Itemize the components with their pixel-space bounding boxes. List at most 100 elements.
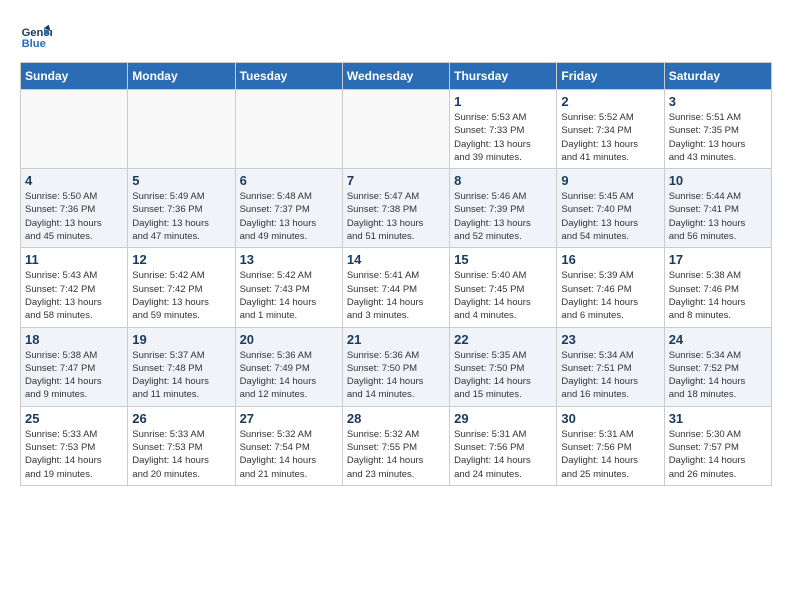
- calendar-cell: 26 Sunrise: 5:33 AM Sunset: 7:53 PM Dayli…: [128, 406, 235, 485]
- col-header-thursday: Thursday: [450, 63, 557, 90]
- page-header: General Blue: [20, 20, 772, 52]
- calendar-cell: 27 Sunrise: 5:32 AM Sunset: 7:54 PM Dayli…: [235, 406, 342, 485]
- week-row-3: 11Sunrise: 5:43 AM Sunset: 7:42 PM Dayli…: [21, 248, 772, 327]
- calendar-cell: 30 Sunrise: 5:31 AM Sunset: 7:56 PM Dayli…: [557, 406, 664, 485]
- calendar-body: 1 Sunrise: 5:53 AM Sunset: 7:33 PM Daylig…: [21, 90, 772, 486]
- day-info: Sunrise: 5:32 AM Sunset: 7:54 PM Dayligh…: [240, 428, 338, 481]
- week-row-4: 18 Sunrise: 5:38 AM Sunset: 7:47 PM Dayli…: [21, 327, 772, 406]
- svg-text:Blue: Blue: [22, 38, 46, 50]
- day-number: 5: [132, 173, 230, 188]
- day-info: Sunrise: 5:53 AM Sunset: 7:33 PM Dayligh…: [454, 111, 552, 164]
- day-number: 20: [240, 332, 338, 347]
- calendar-cell: 19 Sunrise: 5:37 AM Sunset: 7:48 PM Dayli…: [128, 327, 235, 406]
- day-number: 4: [25, 173, 123, 188]
- day-number: 15: [454, 252, 552, 267]
- header-row: SundayMondayTuesdayWednesdayThursdayFrid…: [21, 63, 772, 90]
- calendar-cell: 22Sunrise: 5:35 AM Sunset: 7:50 PM Dayli…: [450, 327, 557, 406]
- day-info: Sunrise: 5:33 AM Sunset: 7:53 PM Dayligh…: [132, 428, 230, 481]
- day-number: 1: [454, 94, 552, 109]
- day-number: 30: [561, 411, 659, 426]
- day-info: Sunrise: 5:51 AM Sunset: 7:35 PM Dayligh…: [669, 111, 767, 164]
- day-number: 9: [561, 173, 659, 188]
- day-info: Sunrise: 5:39 AM Sunset: 7:46 PM Dayligh…: [561, 269, 659, 322]
- calendar-cell: 18 Sunrise: 5:38 AM Sunset: 7:47 PM Dayli…: [21, 327, 128, 406]
- day-info: Sunrise: 5:47 AM Sunset: 7:38 PM Dayligh…: [347, 190, 445, 243]
- day-info: Sunrise: 5:42 AM Sunset: 7:43 PM Dayligh…: [240, 269, 338, 322]
- day-info: Sunrise: 5:45 AM Sunset: 7:40 PM Dayligh…: [561, 190, 659, 243]
- day-info: Sunrise: 5:38 AM Sunset: 7:47 PM Dayligh…: [25, 349, 123, 402]
- day-info: Sunrise: 5:32 AM Sunset: 7:55 PM Dayligh…: [347, 428, 445, 481]
- calendar-cell: 29 Sunrise: 5:31 AM Sunset: 7:56 PM Dayli…: [450, 406, 557, 485]
- day-number: 29: [454, 411, 552, 426]
- calendar-cell: 16 Sunrise: 5:39 AM Sunset: 7:46 PM Dayli…: [557, 248, 664, 327]
- week-row-1: 1 Sunrise: 5:53 AM Sunset: 7:33 PM Daylig…: [21, 90, 772, 169]
- day-number: 6: [240, 173, 338, 188]
- day-info: Sunrise: 5:31 AM Sunset: 7:56 PM Dayligh…: [561, 428, 659, 481]
- day-info: Sunrise: 5:34 AM Sunset: 7:51 PM Dayligh…: [561, 349, 659, 402]
- day-number: 28: [347, 411, 445, 426]
- calendar-cell: 25 Sunrise: 5:33 AM Sunset: 7:53 PM Dayli…: [21, 406, 128, 485]
- day-number: 8: [454, 173, 552, 188]
- day-info: Sunrise: 5:44 AM Sunset: 7:41 PM Dayligh…: [669, 190, 767, 243]
- calendar-cell: 2 Sunrise: 5:52 AM Sunset: 7:34 PM Daylig…: [557, 90, 664, 169]
- day-number: 18: [25, 332, 123, 347]
- calendar-cell: 28 Sunrise: 5:32 AM Sunset: 7:55 PM Dayli…: [342, 406, 449, 485]
- day-info: Sunrise: 5:52 AM Sunset: 7:34 PM Dayligh…: [561, 111, 659, 164]
- calendar-cell: 4 Sunrise: 5:50 AM Sunset: 7:36 PM Daylig…: [21, 169, 128, 248]
- week-row-5: 25 Sunrise: 5:33 AM Sunset: 7:53 PM Dayli…: [21, 406, 772, 485]
- week-row-2: 4 Sunrise: 5:50 AM Sunset: 7:36 PM Daylig…: [21, 169, 772, 248]
- day-info: Sunrise: 5:36 AM Sunset: 7:49 PM Dayligh…: [240, 349, 338, 402]
- day-info: Sunrise: 5:36 AM Sunset: 7:50 PM Dayligh…: [347, 349, 445, 402]
- day-info: Sunrise: 5:31 AM Sunset: 7:56 PM Dayligh…: [454, 428, 552, 481]
- day-number: 19: [132, 332, 230, 347]
- calendar-cell: 31Sunrise: 5:30 AM Sunset: 7:57 PM Dayli…: [664, 406, 771, 485]
- day-number: 12: [132, 252, 230, 267]
- day-info: Sunrise: 5:48 AM Sunset: 7:37 PM Dayligh…: [240, 190, 338, 243]
- calendar-cell: 5 Sunrise: 5:49 AM Sunset: 7:36 PM Daylig…: [128, 169, 235, 248]
- day-number: 13: [240, 252, 338, 267]
- day-number: 17: [669, 252, 767, 267]
- day-number: 22: [454, 332, 552, 347]
- logo: General Blue: [20, 20, 56, 52]
- day-info: Sunrise: 5:50 AM Sunset: 7:36 PM Dayligh…: [25, 190, 123, 243]
- col-header-monday: Monday: [128, 63, 235, 90]
- calendar-cell: 11Sunrise: 5:43 AM Sunset: 7:42 PM Dayli…: [21, 248, 128, 327]
- calendar-cell: 6 Sunrise: 5:48 AM Sunset: 7:37 PM Daylig…: [235, 169, 342, 248]
- day-number: 10: [669, 173, 767, 188]
- calendar-cell: 9 Sunrise: 5:45 AM Sunset: 7:40 PM Daylig…: [557, 169, 664, 248]
- calendar-cell: [21, 90, 128, 169]
- calendar-cell: 15Sunrise: 5:40 AM Sunset: 7:45 PM Dayli…: [450, 248, 557, 327]
- calendar-cell: 14 Sunrise: 5:41 AM Sunset: 7:44 PM Dayli…: [342, 248, 449, 327]
- day-number: 25: [25, 411, 123, 426]
- day-number: 24: [669, 332, 767, 347]
- calendar-cell: [235, 90, 342, 169]
- calendar-header: SundayMondayTuesdayWednesdayThursdayFrid…: [21, 63, 772, 90]
- day-info: Sunrise: 5:33 AM Sunset: 7:53 PM Dayligh…: [25, 428, 123, 481]
- calendar-cell: 17Sunrise: 5:38 AM Sunset: 7:46 PM Dayli…: [664, 248, 771, 327]
- day-number: 26: [132, 411, 230, 426]
- calendar-cell: [128, 90, 235, 169]
- day-number: 14: [347, 252, 445, 267]
- day-info: Sunrise: 5:42 AM Sunset: 7:42 PM Dayligh…: [132, 269, 230, 322]
- calendar-cell: [342, 90, 449, 169]
- col-header-sunday: Sunday: [21, 63, 128, 90]
- calendar-cell: 13 Sunrise: 5:42 AM Sunset: 7:43 PM Dayli…: [235, 248, 342, 327]
- col-header-tuesday: Tuesday: [235, 63, 342, 90]
- col-header-wednesday: Wednesday: [342, 63, 449, 90]
- day-info: Sunrise: 5:49 AM Sunset: 7:36 PM Dayligh…: [132, 190, 230, 243]
- calendar-cell: 8Sunrise: 5:46 AM Sunset: 7:39 PM Daylig…: [450, 169, 557, 248]
- day-info: Sunrise: 5:41 AM Sunset: 7:44 PM Dayligh…: [347, 269, 445, 322]
- day-number: 16: [561, 252, 659, 267]
- day-number: 21: [347, 332, 445, 347]
- day-info: Sunrise: 5:30 AM Sunset: 7:57 PM Dayligh…: [669, 428, 767, 481]
- day-number: 2: [561, 94, 659, 109]
- calendar-cell: 24 Sunrise: 5:34 AM Sunset: 7:52 PM Dayli…: [664, 327, 771, 406]
- day-info: Sunrise: 5:37 AM Sunset: 7:48 PM Dayligh…: [132, 349, 230, 402]
- day-number: 27: [240, 411, 338, 426]
- calendar-cell: 3Sunrise: 5:51 AM Sunset: 7:35 PM Daylig…: [664, 90, 771, 169]
- day-info: Sunrise: 5:34 AM Sunset: 7:52 PM Dayligh…: [669, 349, 767, 402]
- calendar-cell: 7Sunrise: 5:47 AM Sunset: 7:38 PM Daylig…: [342, 169, 449, 248]
- col-header-saturday: Saturday: [664, 63, 771, 90]
- calendar-cell: 1 Sunrise: 5:53 AM Sunset: 7:33 PM Daylig…: [450, 90, 557, 169]
- calendar-cell: 10 Sunrise: 5:44 AM Sunset: 7:41 PM Dayli…: [664, 169, 771, 248]
